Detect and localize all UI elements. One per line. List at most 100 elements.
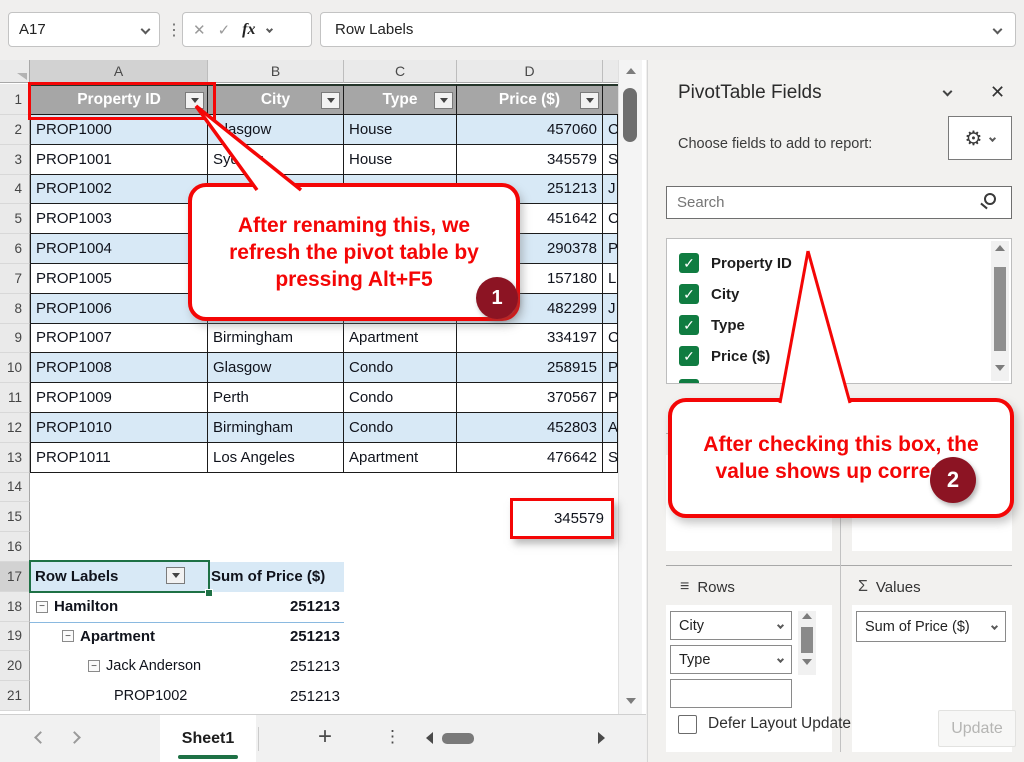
col-header-partial[interactable] — [603, 60, 618, 83]
cell-B13[interactable]: Los Angeles — [208, 443, 344, 473]
pane-collapse-chevron-icon[interactable] — [943, 87, 953, 97]
cell-E13[interactable]: S — [603, 443, 618, 473]
cell-E9[interactable]: C — [603, 324, 618, 354]
name-box[interactable]: A17 — [8, 12, 160, 47]
cell-C10[interactable]: Condo — [344, 353, 457, 383]
cell-D13[interactable]: 476642 — [457, 443, 603, 473]
cell-C3[interactable]: House — [344, 145, 457, 175]
row-header-9[interactable]: 9 — [0, 324, 30, 354]
pivot-row-value[interactable]: 251213 — [208, 651, 340, 681]
cell-B10[interactable]: Glasgow — [208, 353, 344, 383]
cell-A7[interactable]: PROP1005 — [30, 264, 208, 294]
next-sheet-icon[interactable] — [68, 731, 81, 744]
cell-E10[interactable]: P — [603, 353, 618, 383]
row-header-1[interactable]: 1 — [0, 84, 30, 115]
values-field[interactable]: Sum of Price ($) — [856, 611, 1006, 642]
cell-E5[interactable]: C — [603, 204, 618, 234]
vertical-scrollbar-thumb[interactable] — [623, 88, 637, 142]
cell-A8[interactable]: PROP1006 — [30, 294, 208, 324]
row-header-7[interactable]: 7 — [0, 264, 30, 294]
list-scroll-down-icon[interactable] — [995, 365, 1005, 371]
row-header-19[interactable]: 19 — [0, 622, 30, 652]
rows-scrollbar[interactable] — [798, 611, 816, 675]
cell-D10[interactable]: 258915 — [457, 353, 603, 383]
formula-bar-expand-icon[interactable] — [993, 25, 1003, 35]
cell-D11[interactable]: 370567 — [457, 383, 603, 413]
fx-chevron-icon[interactable] — [266, 26, 273, 33]
cell-C2[interactable]: House — [344, 115, 457, 145]
cell-B3[interactable]: Sydney — [208, 145, 344, 175]
scroll-up-icon[interactable] — [626, 68, 636, 74]
field-checkbox-checked-icon[interactable]: ✓ — [679, 253, 699, 273]
field-checkbox-checked-icon[interactable]: ✓ — [679, 315, 699, 335]
select-all-corner[interactable] — [0, 60, 30, 83]
namebox-resize-handle-icon[interactable]: ⋮ — [166, 20, 182, 40]
pivot-header-sum-of-price[interactable]: Sum of Price ($) — [208, 562, 344, 592]
cell-A11[interactable]: PROP1009 — [30, 383, 208, 413]
hscroll-right-icon[interactable] — [598, 732, 605, 744]
row-header-5[interactable]: 5 — [0, 204, 30, 234]
field-item-type[interactable]: ✓Type — [667, 310, 967, 340]
row-header-12[interactable]: 12 — [0, 413, 30, 443]
cell-E7[interactable]: L — [603, 264, 618, 294]
field-checkbox-checked-icon[interactable]: ✓ — [679, 284, 699, 304]
field-checkbox-partial[interactable] — [679, 379, 699, 384]
prev-sheet-icon[interactable] — [34, 731, 47, 744]
row-header-15[interactable]: 15 — [0, 502, 30, 532]
cell-E4[interactable]: J — [603, 175, 618, 205]
cell-C13[interactable]: Apartment — [344, 443, 457, 473]
field-checkbox-checked-icon[interactable]: ✓ — [679, 346, 699, 366]
cell-E3[interactable]: S — [603, 145, 618, 175]
selection-fill-handle[interactable] — [205, 589, 213, 597]
sheet-options-icon[interactable]: ⋮ — [384, 727, 401, 747]
row-header-13[interactable]: 13 — [0, 443, 30, 473]
row-header-8[interactable]: 8 — [0, 294, 30, 324]
row-header-3[interactable]: 3 — [0, 145, 30, 175]
row-header-17[interactable]: 17 — [0, 562, 30, 592]
hscroll-left-icon[interactable] — [426, 732, 433, 744]
vertical-scrollbar[interactable] — [618, 60, 642, 714]
cell-A3[interactable]: PROP1001 — [30, 145, 208, 175]
cell-D12[interactable]: 452803 — [457, 413, 603, 443]
cell-B12[interactable]: Birmingham — [208, 413, 344, 443]
row-header-4[interactable]: 4 — [0, 175, 30, 205]
cell-A12[interactable]: PROP1010 — [30, 413, 208, 443]
row-header-10[interactable]: 10 — [0, 353, 30, 383]
horizontal-scrollbar-thumb[interactable] — [442, 733, 474, 744]
new-sheet-icon[interactable]: + — [318, 723, 332, 751]
col-header-D[interactable]: D — [457, 60, 603, 83]
cell-E11[interactable]: P — [603, 383, 618, 413]
field-item-property-id[interactable]: ✓Property ID — [667, 248, 967, 278]
collapse-icon[interactable]: − — [62, 630, 74, 642]
field-list-scrollbar[interactable] — [991, 241, 1009, 381]
cell-D9[interactable]: 334197 — [457, 324, 603, 354]
row-header-11[interactable]: 11 — [0, 383, 30, 413]
col-header-B[interactable]: B — [208, 60, 344, 83]
pivot-row-value[interactable]: 251213 — [208, 681, 340, 711]
cell-B9[interactable]: Birmingham — [208, 324, 344, 354]
col-header-A[interactable]: A — [30, 60, 208, 83]
cell-A5[interactable]: PROP1003 — [30, 204, 208, 234]
cell-A13[interactable]: PROP1011 — [30, 443, 208, 473]
cell-C9[interactable]: Apartment — [344, 324, 457, 354]
cell-E12[interactable]: A — [603, 413, 618, 443]
collapse-icon[interactable]: − — [36, 601, 48, 613]
row-header-14[interactable]: 14 — [0, 473, 30, 503]
rows-field-type[interactable]: Type — [670, 645, 792, 674]
rows-field-city[interactable]: City — [670, 611, 792, 640]
insert-function-icon[interactable]: fx — [242, 21, 255, 39]
rows-field-partial[interactable] — [670, 679, 792, 708]
cell-A4[interactable]: PROP1002 — [30, 175, 208, 205]
filter-icon[interactable] — [434, 92, 453, 109]
cancel-icon[interactable]: ✕ — [193, 21, 206, 39]
cell-E6[interactable]: P — [603, 234, 618, 264]
cell-C12[interactable]: Condo — [344, 413, 457, 443]
cell-C11[interactable]: Condo — [344, 383, 457, 413]
worksheet-grid[interactable]: ABCD123456789101112131415161718192021Pro… — [0, 60, 646, 714]
cell-B11[interactable]: Perth — [208, 383, 344, 413]
tools-button[interactable]: ⚙ — [948, 116, 1012, 160]
cell-E8[interactable]: J — [603, 294, 618, 324]
rows-scroll-down-icon[interactable] — [802, 659, 812, 665]
table-header-price-[interactable]: Price ($) — [457, 84, 603, 115]
update-button[interactable]: Update — [938, 710, 1016, 747]
